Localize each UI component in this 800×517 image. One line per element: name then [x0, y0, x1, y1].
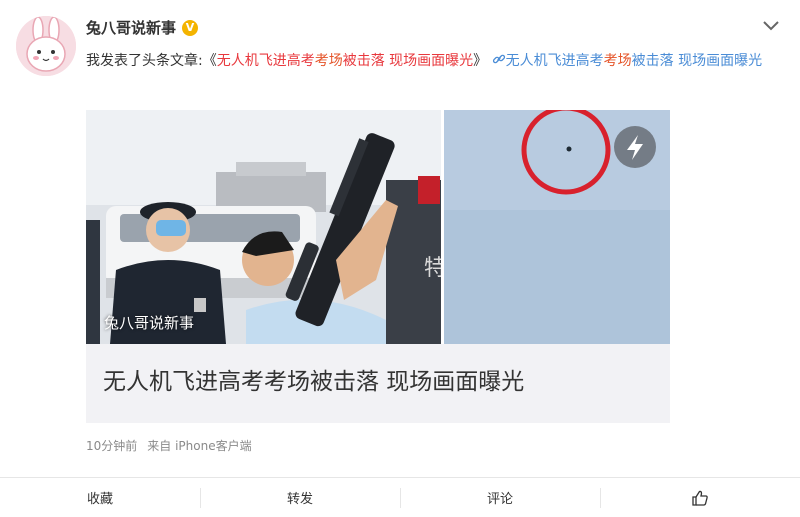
article-title-highlight: 考场 — [314, 53, 343, 69]
post-source: 来自 iPhone客户端 — [147, 439, 252, 453]
collect-label: 收藏 — [86, 492, 113, 507]
comment-label: 评论 — [486, 492, 513, 507]
comment-button[interactable]: 评论 — [400, 478, 600, 517]
repost-label: 转发 — [286, 492, 313, 507]
image-watermark: 兔八哥说新事 — [104, 314, 195, 332]
post-text-prefix: 我发表了头条文章:《 — [86, 53, 217, 69]
repost-button[interactable]: 转发 — [200, 478, 400, 517]
article-card[interactable]: 特 兔八哥说新事 无人机飞进高考考场被击落 现场画面曝光 — [86, 110, 670, 423]
article-link-part-1: 无人机飞进高考 — [505, 53, 604, 69]
action-bar: 收藏 转发 评论 — [0, 478, 800, 517]
post-meta: 10分钟前 来自 iPhone客户端 — [86, 437, 262, 454]
article-title-part-2: 被击落 现场画面曝光 — [342, 53, 474, 69]
link-icon — [492, 54, 505, 64]
article-link-part-2: 被击落 现场画面曝光 — [631, 53, 763, 69]
username[interactable]: 兔八哥说新事 V — [86, 17, 199, 38]
rabbit-avatar-icon — [16, 16, 76, 76]
post-text-suffix: 》 — [473, 53, 488, 69]
thumb-up-icon — [692, 490, 708, 506]
post-text: 我发表了头条文章:《无人机飞进高考考场被击落 现场画面曝光》 无人机飞进高考考场… — [86, 48, 776, 74]
cover-illustration: 特 — [86, 110, 670, 344]
article-cover-image: 特 兔八哥说新事 — [86, 110, 670, 344]
article-link-highlight: 考场 — [603, 53, 632, 69]
post-time: 10分钟前 — [86, 439, 138, 453]
article-title-part-1: 无人机飞进高考 — [216, 53, 315, 69]
article-link[interactable]: 无人机飞进高考考场被击落 现场画面曝光 — [492, 53, 762, 69]
like-button[interactable] — [600, 478, 800, 517]
collect-button[interactable]: 收藏 — [0, 478, 200, 517]
avatar[interactable] — [16, 16, 76, 76]
article-card-title: 无人机飞进高考考场被击落 现场画面曝光 — [103, 369, 525, 395]
username-label: 兔八哥说新事 — [86, 19, 177, 37]
chevron-down-icon[interactable] — [762, 20, 780, 32]
verified-icon: V — [182, 19, 199, 36]
